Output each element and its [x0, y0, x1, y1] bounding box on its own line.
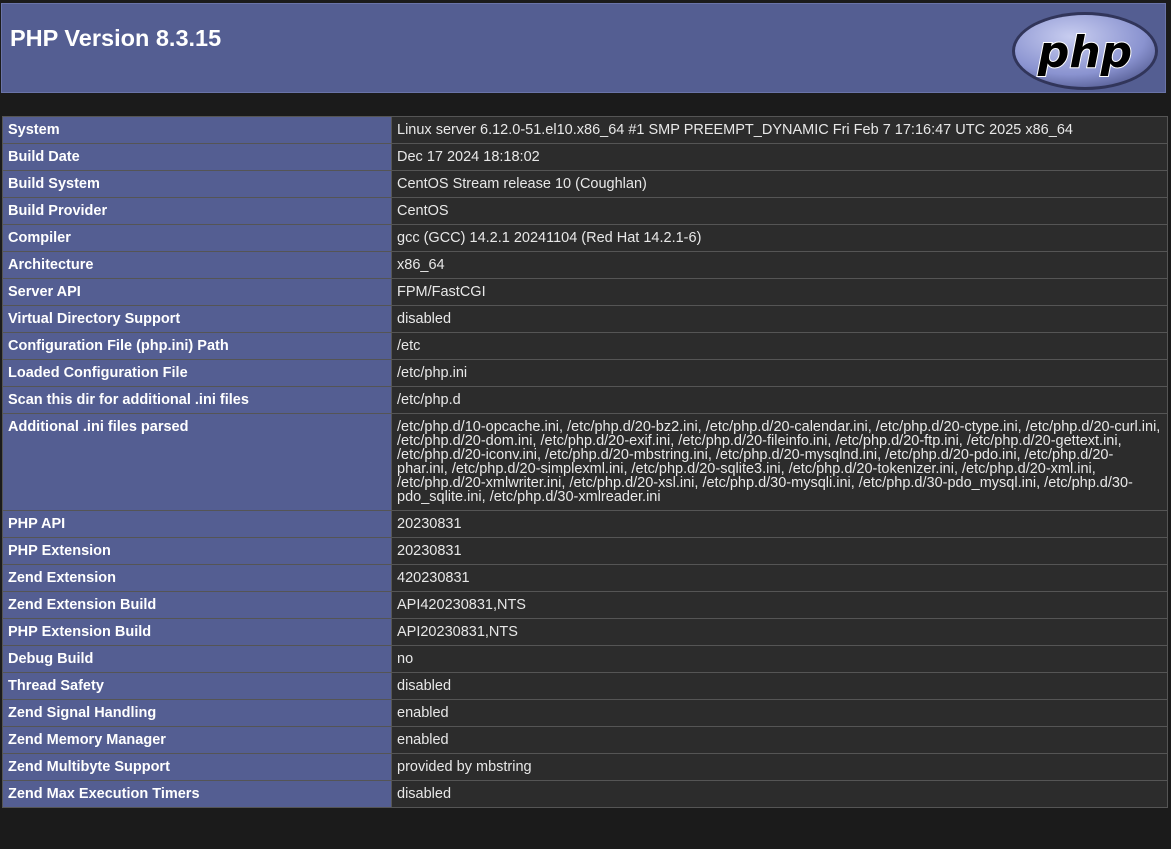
row-label: Zend Multibyte Support	[2, 753, 392, 781]
table-row: Zend Extension Build API420230831,NTS	[2, 591, 1168, 619]
row-label: Architecture	[2, 251, 392, 279]
row-value: 420230831	[391, 564, 1168, 592]
row-value: /etc/php.d	[391, 386, 1168, 414]
info-table: System Linux server 6.12.0-51.el10.x86_64…	[2, 116, 1168, 808]
row-value: disabled	[391, 780, 1168, 808]
row-label: PHP Extension Build	[2, 618, 392, 646]
row-label: Compiler	[2, 224, 392, 252]
table-row: Debug Build no	[2, 645, 1168, 673]
table-row: PHP Extension Build API20230831,NTS	[2, 618, 1168, 646]
row-label: Zend Extension	[2, 564, 392, 592]
table-row: System Linux server 6.12.0-51.el10.x86_64…	[2, 116, 1168, 144]
row-value: CentOS Stream release 10 (Coughlan)	[391, 170, 1168, 198]
table-row: Zend Extension 420230831	[2, 564, 1168, 592]
row-value: gcc (GCC) 14.2.1 20241104 (Red Hat 14.2.…	[391, 224, 1168, 252]
table-row: Virtual Directory Support disabled	[2, 305, 1168, 333]
row-value: provided by mbstring	[391, 753, 1168, 781]
table-row: Server API FPM/FastCGI	[2, 278, 1168, 306]
table-row: PHP Extension 20230831	[2, 537, 1168, 565]
table-row: Additional .ini files parsed/etc/php.d/1…	[2, 413, 1168, 511]
row-value: enabled	[391, 699, 1168, 727]
row-label: Server API	[2, 278, 392, 306]
row-label: PHP API	[2, 510, 392, 538]
row-label: Zend Extension Build	[2, 591, 392, 619]
row-label: Scan this dir for additional .ini files	[2, 386, 392, 414]
row-label: Debug Build	[2, 645, 392, 673]
row-label: System	[2, 116, 392, 144]
row-label: Configuration File (php.ini) Path	[2, 332, 392, 360]
table-row: Build Date Dec 17 2024 18:18:02	[2, 143, 1168, 171]
row-label: Zend Signal Handling	[2, 699, 392, 727]
row-label: Virtual Directory Support	[2, 305, 392, 333]
row-label: Additional .ini files parsed	[2, 413, 392, 511]
row-label: PHP Extension	[2, 537, 392, 565]
row-value: API420230831,NTS	[391, 591, 1168, 619]
row-label: Zend Max Execution Timers	[2, 780, 392, 808]
row-value: no	[391, 645, 1168, 673]
table-row: Build System CentOS Stream release 10 (Co…	[2, 170, 1168, 198]
row-value: CentOS	[391, 197, 1168, 225]
row-label: Thread Safety	[2, 672, 392, 700]
table-row: Architecture x86_64	[2, 251, 1168, 279]
php-logo-icon: php	[1012, 12, 1158, 90]
table-row: Scan this dir for additional .ini files /…	[2, 386, 1168, 414]
row-value: /etc/php.ini	[391, 359, 1168, 387]
table-row: Thread Safety disabled	[2, 672, 1168, 700]
row-value: /etc	[391, 332, 1168, 360]
row-value: 20230831	[391, 510, 1168, 538]
table-row: Zend Signal Handling enabled	[2, 699, 1168, 727]
row-label: Build Date	[2, 143, 392, 171]
page-title: PHP Version 8.3.15	[10, 25, 222, 51]
row-value: disabled	[391, 672, 1168, 700]
row-value: FPM/FastCGI	[391, 278, 1168, 306]
row-label: Build System	[2, 170, 392, 198]
phpinfo-page: PHP Version 8.3.15 php System Linux serve…	[0, 0, 1171, 849]
table-row: Zend Multibyte Support provided by mbstri…	[2, 753, 1168, 781]
row-label: Build Provider	[2, 197, 392, 225]
table-row: Zend Memory Manager enabled	[2, 726, 1168, 754]
row-label: Loaded Configuration File	[2, 359, 392, 387]
row-value: 20230831	[391, 537, 1168, 565]
row-value: Linux server 6.12.0-51.el10.x86_64 #1 SM…	[391, 116, 1168, 144]
page-header: PHP Version 8.3.15 php	[1, 3, 1166, 93]
row-value: Dec 17 2024 18:18:02	[391, 143, 1168, 171]
table-row: Zend Max Execution Timers disabled	[2, 780, 1168, 808]
row-label: Zend Memory Manager	[2, 726, 392, 754]
table-row: Loaded Configuration File/etc/php.ini	[2, 359, 1168, 387]
row-value: enabled	[391, 726, 1168, 754]
table-row: PHP API 20230831	[2, 510, 1168, 538]
table-row: Build Provider CentOS	[2, 197, 1168, 225]
row-value: API20230831,NTS	[391, 618, 1168, 646]
table-row: Compiler gcc (GCC) 14.2.1 20241104 (Red H…	[2, 224, 1168, 252]
table-row: Configuration File (php.ini) Path/etc	[2, 332, 1168, 360]
row-value: x86_64	[391, 251, 1168, 279]
php-logo-text: php	[1037, 27, 1132, 78]
row-value: disabled	[391, 305, 1168, 333]
row-value: /etc/php.d/10-opcache.ini, /etc/php.d/20…	[391, 413, 1168, 511]
